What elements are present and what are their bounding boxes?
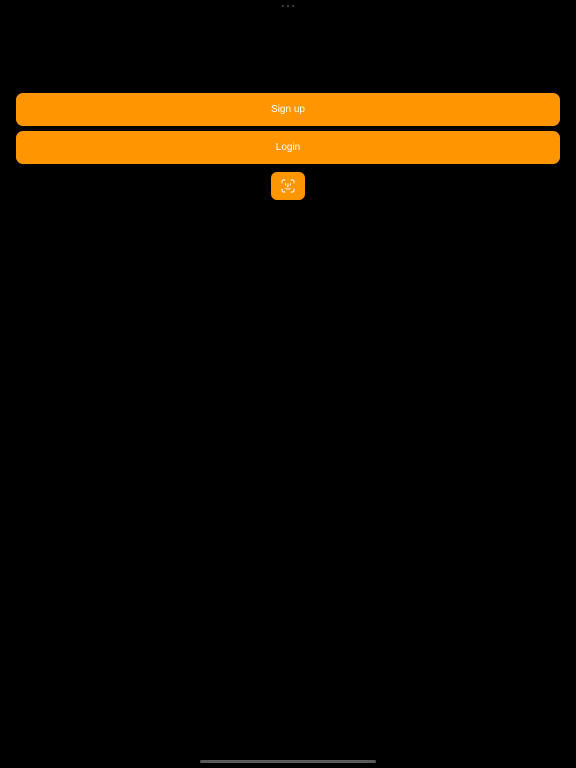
login-button[interactable]: Login (16, 131, 560, 164)
app-screen: Sign up Login (0, 0, 576, 768)
face-id-button[interactable] (271, 172, 305, 200)
multitasking-indicator[interactable] (282, 5, 294, 7)
home-indicator[interactable] (200, 760, 376, 763)
indicator-dot (287, 5, 289, 7)
sign-up-button[interactable]: Sign up (16, 93, 560, 126)
indicator-dot (292, 5, 294, 7)
indicator-dot (282, 5, 284, 7)
face-id-icon (281, 179, 295, 193)
